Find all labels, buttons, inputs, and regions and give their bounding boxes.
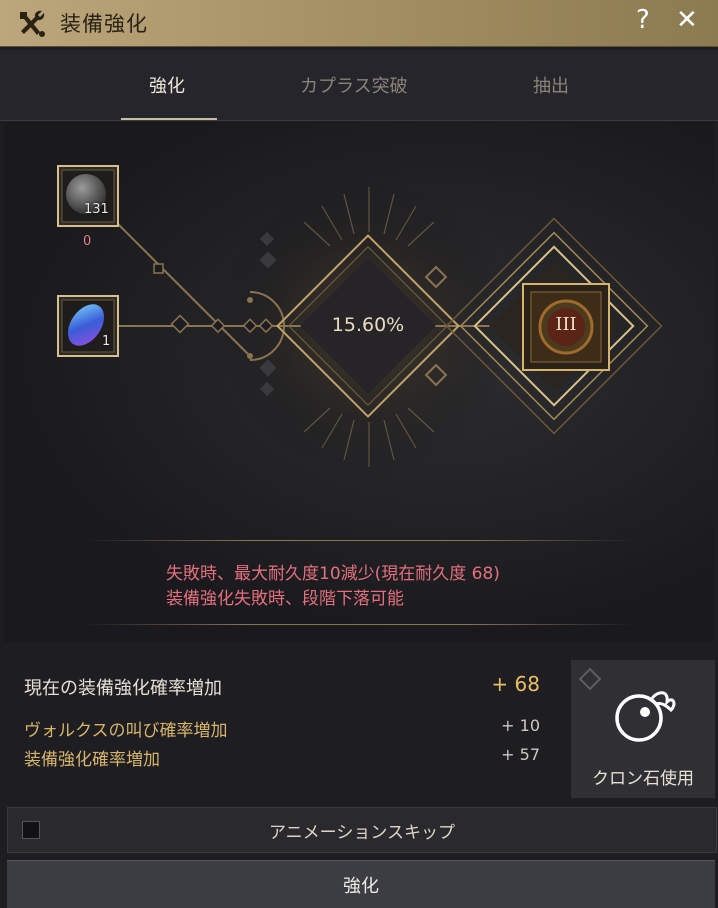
window-title: 装備強化 [60,12,148,36]
divider-bottom [84,624,634,625]
success-chance: 15.60% [331,314,405,336]
active-tab-indicator [121,118,217,120]
stone-count: 131 [84,202,109,217]
cron-stone-button[interactable]: クロン石使用 [571,660,715,798]
tab-bar: 強化 カプラス突破 抽出 [0,50,718,121]
hammer-wrench-icon [20,10,45,37]
enhancement-window: 装備強化 ? ✕ 強化 カプラス突破 抽出 131 0 1 15.60% III… [0,0,718,908]
failstack-chance-label: 装備強化確率増加 [24,750,160,770]
vorx-chance-value: + 10 [501,716,540,735]
warning-durability: 失敗時、最大耐久度10減少(現在耐久度 68) [166,564,500,584]
result-grade: III [555,314,577,335]
cron-stone-label: クロン石使用 [592,769,694,789]
enhance-button[interactable]: 強化 [7,860,715,908]
tab-extract[interactable]: 抽出 [533,72,569,98]
tab-enhance[interactable]: 強化 [149,72,185,98]
title-bar[interactable]: 装備強化 ? ✕ [0,0,718,47]
warning-downgrade: 装備強化失敗時、段階下落可能 [166,589,404,609]
stone-sub-count: 0 [83,234,92,249]
help-button[interactable]: ? [636,5,650,35]
total-chance-label: 現在の装備強化確率増加 [24,678,222,699]
animation-skip-row: アニメーションスキップ [7,807,717,853]
total-chance-value: + 68 [491,672,540,696]
animation-skip-label: アニメーションスキップ [269,823,455,843]
failstack-chance-value: + 57 [501,745,540,764]
vorx-chance-label: ヴォルクスの叫び確率増加 [24,721,228,741]
cron-stone-icon [578,667,676,742]
gem-count: 1 [102,334,111,349]
tab-caphras[interactable]: カプラス突破 [300,72,408,98]
enhance-button-label: 強化 [343,876,379,897]
close-button[interactable]: ✕ [676,5,698,35]
divider-top [84,540,634,541]
